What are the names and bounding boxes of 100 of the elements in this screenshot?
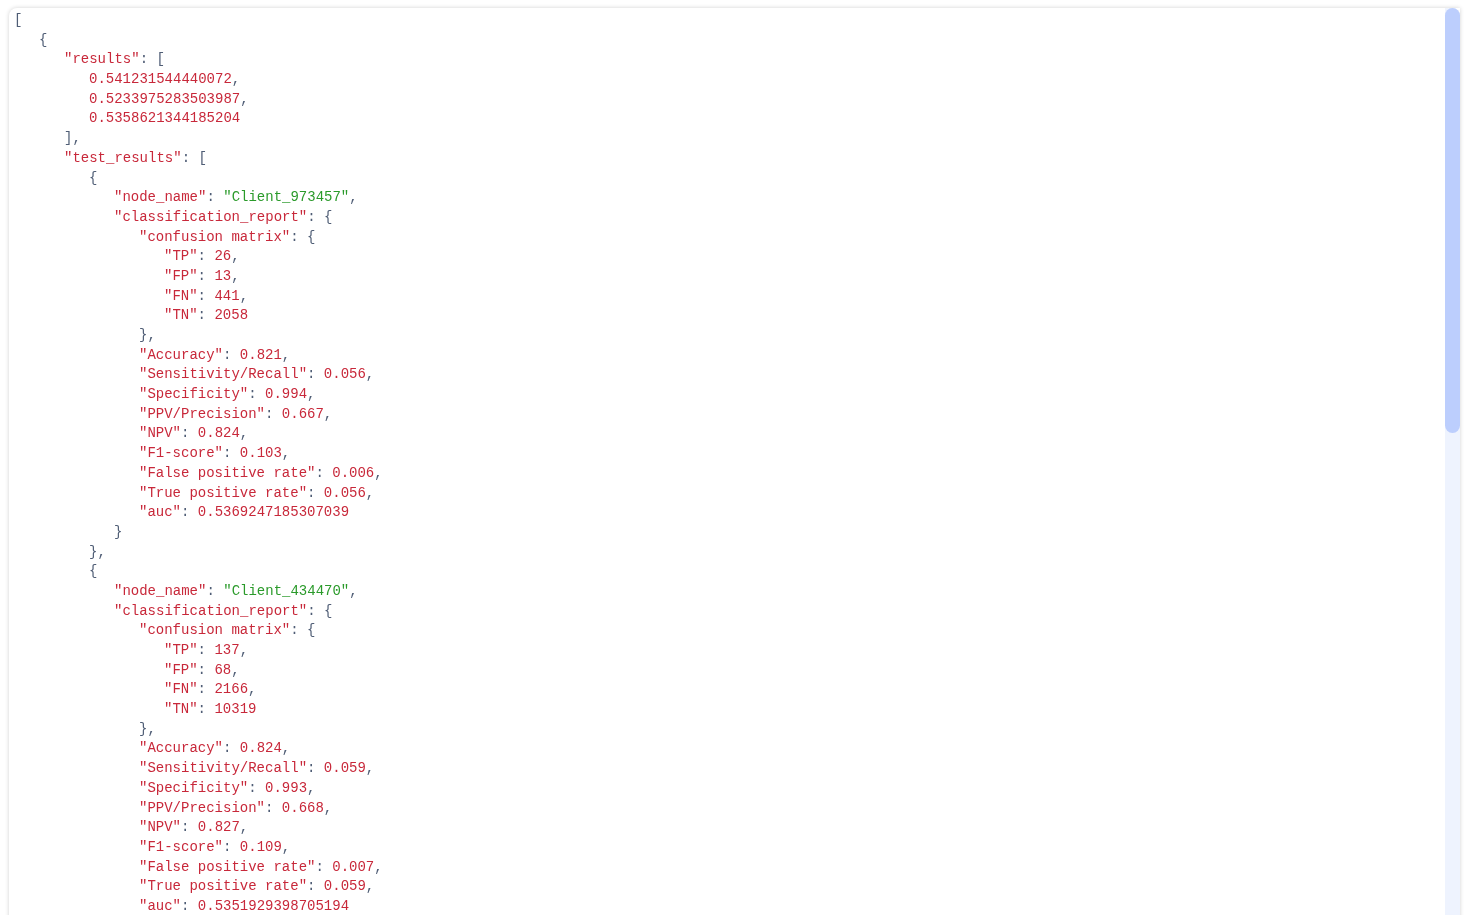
json-punctuation: : xyxy=(181,504,191,521)
json-punctuation: : xyxy=(197,642,207,658)
json-punctuation: , xyxy=(281,445,291,462)
json-number: 13 xyxy=(214,267,232,284)
json-punctuation: , xyxy=(365,366,375,383)
json-number: 0.824 xyxy=(197,425,240,442)
json-key: "True positive rate" xyxy=(139,878,308,895)
json-number: 10319 xyxy=(214,701,257,718)
json-punctuation: , xyxy=(323,799,333,816)
json-number: 0.103 xyxy=(239,445,282,462)
json-punctuation: }, xyxy=(89,543,106,560)
json-punctuation: : xyxy=(248,386,258,403)
json-key: "Sensitivity/Recall" xyxy=(139,366,308,383)
json-number: 0.993 xyxy=(265,779,308,796)
json-punctuation: , xyxy=(323,405,333,422)
json-punctuation: : xyxy=(181,425,191,442)
json-key: "FP" xyxy=(164,267,198,284)
json-string: "Client_434470" xyxy=(223,582,350,599)
json-punctuation: , xyxy=(240,90,249,107)
json-punctuation: : { xyxy=(307,208,333,225)
json-punctuation: : xyxy=(197,267,207,284)
json-punctuation: : xyxy=(307,366,317,383)
json-punctuation: , xyxy=(281,740,291,757)
json-punctuation: : xyxy=(197,701,207,718)
json-key: "FN" xyxy=(164,681,198,698)
json-punctuation: ], xyxy=(64,130,81,147)
json-key: "Accuracy" xyxy=(139,346,223,363)
json-punctuation: : [ xyxy=(139,51,165,68)
json-punctuation: , xyxy=(374,858,383,875)
json-number: 0.541231544440072 xyxy=(89,71,232,88)
json-key: "PPV/Precision" xyxy=(139,799,266,816)
scrollbar-thumb[interactable] xyxy=(1445,8,1460,433)
json-key: "node_name" xyxy=(114,189,207,206)
json-punctuation: : xyxy=(206,189,216,206)
json-punctuation: : { xyxy=(307,602,333,619)
json-punctuation: , xyxy=(231,71,241,88)
json-key: "TP" xyxy=(164,642,198,658)
json-number: 137 xyxy=(214,642,240,658)
json-key: "Specificity" xyxy=(139,386,249,403)
json-punctuation: : xyxy=(223,838,233,855)
json-string: "Client_973457" xyxy=(223,189,350,206)
json-punctuation: : xyxy=(307,484,317,501)
json-punctuation: { xyxy=(89,169,98,186)
json-punctuation: , xyxy=(239,642,249,658)
json-punctuation: , xyxy=(231,267,240,284)
json-number: 26 xyxy=(214,248,232,265)
json-number: 0.5358621344185204 xyxy=(89,110,241,127)
json-number: 0.821 xyxy=(239,346,282,363)
json-number: 2058 xyxy=(214,307,249,324)
json-punctuation: , xyxy=(231,248,240,265)
json-key: "Accuracy" xyxy=(139,740,223,757)
json-key: "classification_report" xyxy=(114,208,308,225)
json-number: 0.056 xyxy=(323,484,366,501)
json-punctuation: : [ xyxy=(181,149,207,166)
json-key: "False positive rate" xyxy=(139,464,316,481)
json-punctuation: { xyxy=(89,563,98,580)
json-punctuation: , xyxy=(239,819,249,836)
json-key: "classification_report" xyxy=(114,602,308,619)
json-number: 68 xyxy=(214,661,232,678)
json-key: "confusion matrix" xyxy=(139,622,291,639)
json-key: "NPV" xyxy=(139,425,181,442)
json-punctuation: , xyxy=(248,681,257,698)
json-number: 0.059 xyxy=(323,878,366,895)
json-punctuation: , xyxy=(349,582,358,599)
json-key: "FN" xyxy=(164,287,198,304)
json-punctuation: , xyxy=(281,346,291,363)
json-punctuation: , xyxy=(307,386,316,403)
json-key: "False positive rate" xyxy=(139,858,316,875)
json-key: "TP" xyxy=(164,248,198,265)
json-punctuation: : xyxy=(197,248,207,265)
json-number: 0.5369247185307039 xyxy=(197,504,350,521)
json-key: "PPV/Precision" xyxy=(139,405,266,422)
json-punctuation: , xyxy=(239,425,249,442)
json-punctuation: : xyxy=(265,799,275,816)
json-punctuation: : xyxy=(197,661,207,678)
json-number: 0.827 xyxy=(197,819,240,836)
json-key: "TN" xyxy=(164,701,198,718)
json-number: 2166 xyxy=(214,681,249,698)
json-key: "NPV" xyxy=(139,819,181,836)
json-punctuation: : xyxy=(315,464,325,481)
json-key: "confusion matrix" xyxy=(139,228,291,245)
json-punctuation: } xyxy=(114,523,123,540)
json-key: "True positive rate" xyxy=(139,484,308,501)
json-punctuation: , xyxy=(365,760,375,777)
json-punctuation: : { xyxy=(290,622,316,639)
json-punctuation: : { xyxy=(290,228,316,245)
json-number: 0.007 xyxy=(332,858,375,875)
json-punctuation: : xyxy=(223,740,233,757)
json-punctuation: [ xyxy=(14,12,23,28)
json-key: "auc" xyxy=(139,897,181,914)
json-punctuation: : xyxy=(197,681,207,698)
json-punctuation: : xyxy=(181,897,191,914)
json-number: 0.006 xyxy=(332,464,375,481)
json-punctuation: , xyxy=(239,287,249,304)
json-punctuation: , xyxy=(365,484,375,501)
json-punctuation: : xyxy=(223,346,233,363)
json-key: "results" xyxy=(64,51,140,68)
json-punctuation: , xyxy=(365,878,375,895)
json-punctuation: : xyxy=(315,858,325,875)
json-punctuation: , xyxy=(349,189,358,206)
